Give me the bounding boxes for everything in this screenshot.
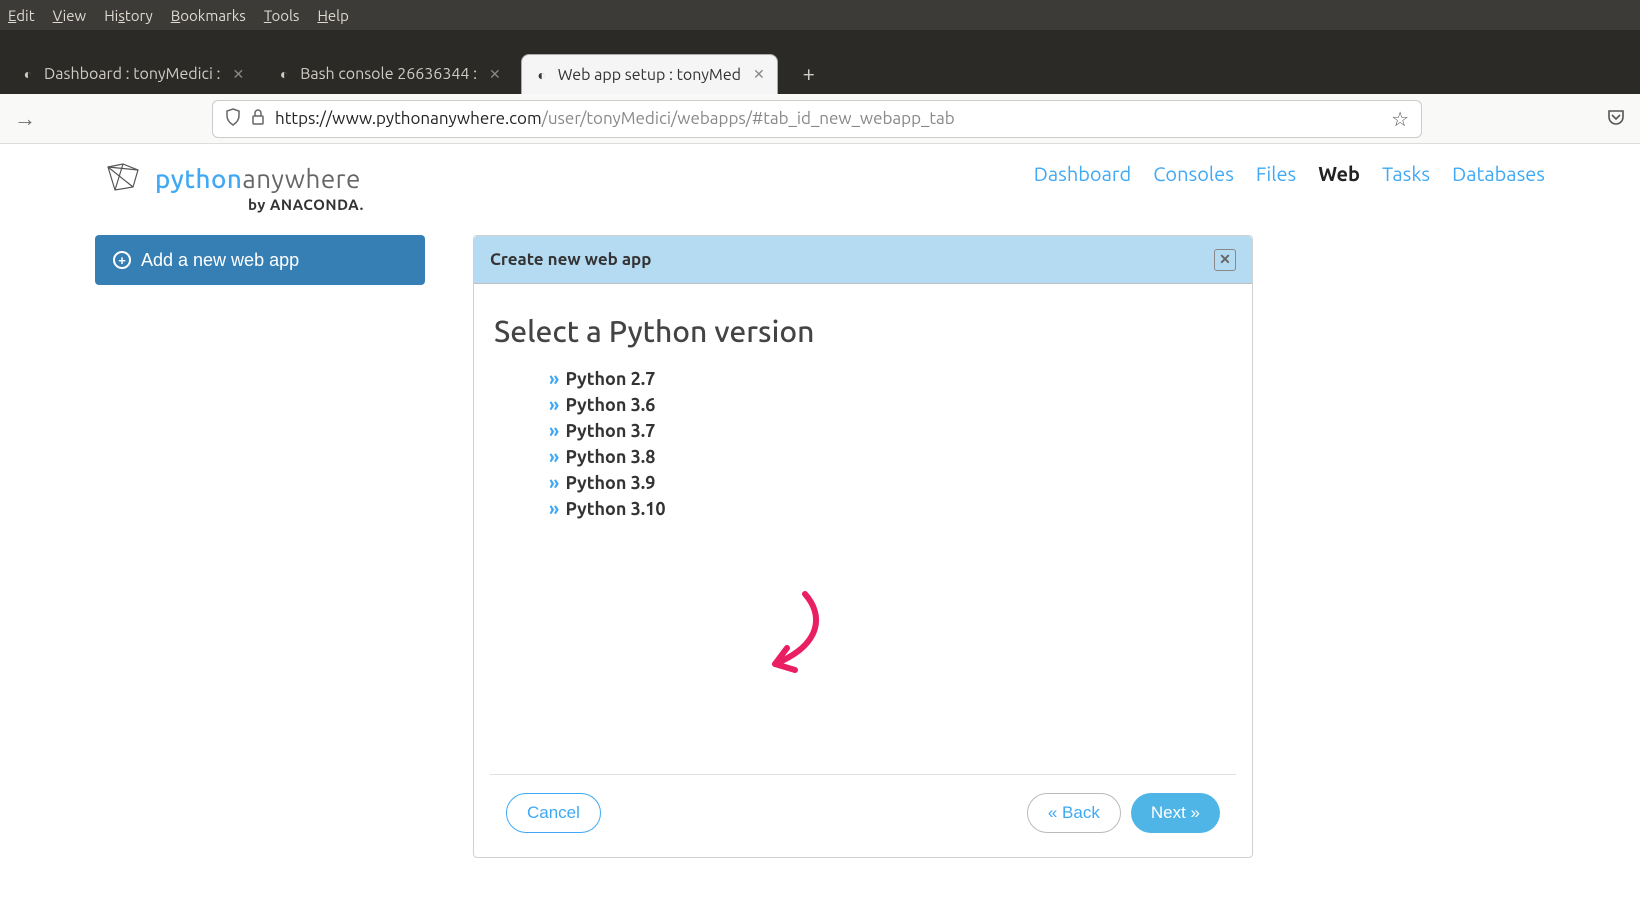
cancel-button[interactable]: Cancel <box>506 793 601 833</box>
page-content: pythonanywhere by ANACONDA. Dashboard Co… <box>0 144 1640 858</box>
version-option-3-7[interactable]: » Python 3.7 <box>549 418 1232 444</box>
next-button[interactable]: Next » <box>1131 793 1220 833</box>
back-button[interactable]: « Back <box>1027 793 1121 833</box>
pocket-icon[interactable] <box>1606 107 1626 131</box>
forward-arrow-icon[interactable]: → <box>14 106 36 132</box>
logo-mark-icon <box>103 162 145 194</box>
close-icon[interactable]: ✕ <box>753 66 765 83</box>
top-nav: Dashboard Consoles Files Web Tasks Datab… <box>1034 162 1545 185</box>
tab-favicon-icon: ◐ <box>276 66 292 82</box>
panel-footer: Cancel « Back Next » <box>490 774 1236 857</box>
tab-favicon-icon: ◐ <box>534 67 550 83</box>
nav-databases[interactable]: Databases <box>1452 162 1545 185</box>
url-input[interactable]: https://www.pythonanywhere.com/user/tony… <box>212 100 1422 138</box>
tab-label: Dashboard : tonyMedici : <box>44 65 220 83</box>
url-path: /user/tonyMedici/webapps/#tab_id_new_web… <box>542 109 955 128</box>
version-option-3-9[interactable]: » Python 3.9 <box>549 470 1232 496</box>
new-tab-button[interactable]: + <box>792 56 826 90</box>
menu-help[interactable]: Help <box>317 7 348 24</box>
tab-favicon-icon: ◐ <box>20 66 36 82</box>
menu-tools[interactable]: Tools <box>264 7 300 24</box>
close-icon[interactable]: ✕ <box>489 66 501 83</box>
bookmark-star-icon[interactable]: ☆ <box>1391 107 1409 131</box>
tab-label: Web app setup : tonyMed <box>558 66 741 84</box>
nav-tasks[interactable]: Tasks <box>1382 162 1430 185</box>
lock-icon[interactable] <box>251 109 265 128</box>
nav-dashboard[interactable]: Dashboard <box>1034 162 1131 185</box>
close-icon[interactable]: ✕ <box>232 66 244 83</box>
nav-consoles[interactable]: Consoles <box>1153 162 1234 185</box>
logo-text: pythonanywhere <box>155 164 361 193</box>
browser-tab-1[interactable]: ◐ Bash console 26636344 : ✕ <box>264 54 513 94</box>
menu-history[interactable]: History <box>104 7 153 24</box>
panel-close-button[interactable]: ✕ <box>1214 249 1236 271</box>
logo-subtitle: by ANACONDA. <box>248 196 364 213</box>
url-host: https://www.pythonanywhere.com <box>275 109 542 128</box>
add-button-label: Add a new web app <box>141 250 299 271</box>
panel-header: Create new web app ✕ <box>474 236 1252 284</box>
nav-files[interactable]: Files <box>1256 162 1296 185</box>
menu-view[interactable]: View <box>53 7 87 24</box>
version-option-3-10[interactable]: » Python 3.10 <box>549 496 1232 522</box>
shield-icon[interactable] <box>225 108 241 130</box>
plus-circle-icon: + <box>113 251 131 269</box>
browser-tab-0[interactable]: ◐ Dashboard : tonyMedici : ✕ <box>8 54 256 94</box>
url-text: https://www.pythonanywhere.com/user/tony… <box>275 109 1381 128</box>
nav-web[interactable]: Web <box>1318 162 1360 185</box>
add-web-app-button[interactable]: + Add a new web app <box>95 235 425 285</box>
browser-toolbar: → https://www.pythonanywhere.com/user/to… <box>0 94 1640 144</box>
python-version-list: » Python 2.7 » Python 3.6 » Python 3.7 »… <box>494 366 1232 523</box>
tab-label: Bash console 26636344 : <box>300 65 477 83</box>
site-logo[interactable]: pythonanywhere by ANACONDA. <box>103 162 364 213</box>
sidebar: + Add a new web app <box>95 235 425 858</box>
system-menubar: Edit View History Bookmarks Tools Help <box>0 0 1640 30</box>
browser-tabstrip: ◐ Dashboard : tonyMedici : ✕ ◐ Bash cons… <box>0 30 1640 94</box>
version-option-3-8[interactable]: » Python 3.8 <box>549 444 1232 470</box>
menu-bookmarks[interactable]: Bookmarks <box>171 7 246 24</box>
version-option-3-6[interactable]: » Python 3.6 <box>549 392 1232 418</box>
menu-edit[interactable]: Edit <box>8 7 35 24</box>
version-option-2-7[interactable]: » Python 2.7 <box>549 366 1232 392</box>
create-webapp-panel: Create new web app ✕ Select a Python ver… <box>473 235 1253 858</box>
panel-heading: Select a Python version <box>494 314 1232 348</box>
browser-tab-2[interactable]: ◐ Web app setup : tonyMed ✕ <box>521 54 778 94</box>
panel-title: Create new web app <box>490 250 651 269</box>
